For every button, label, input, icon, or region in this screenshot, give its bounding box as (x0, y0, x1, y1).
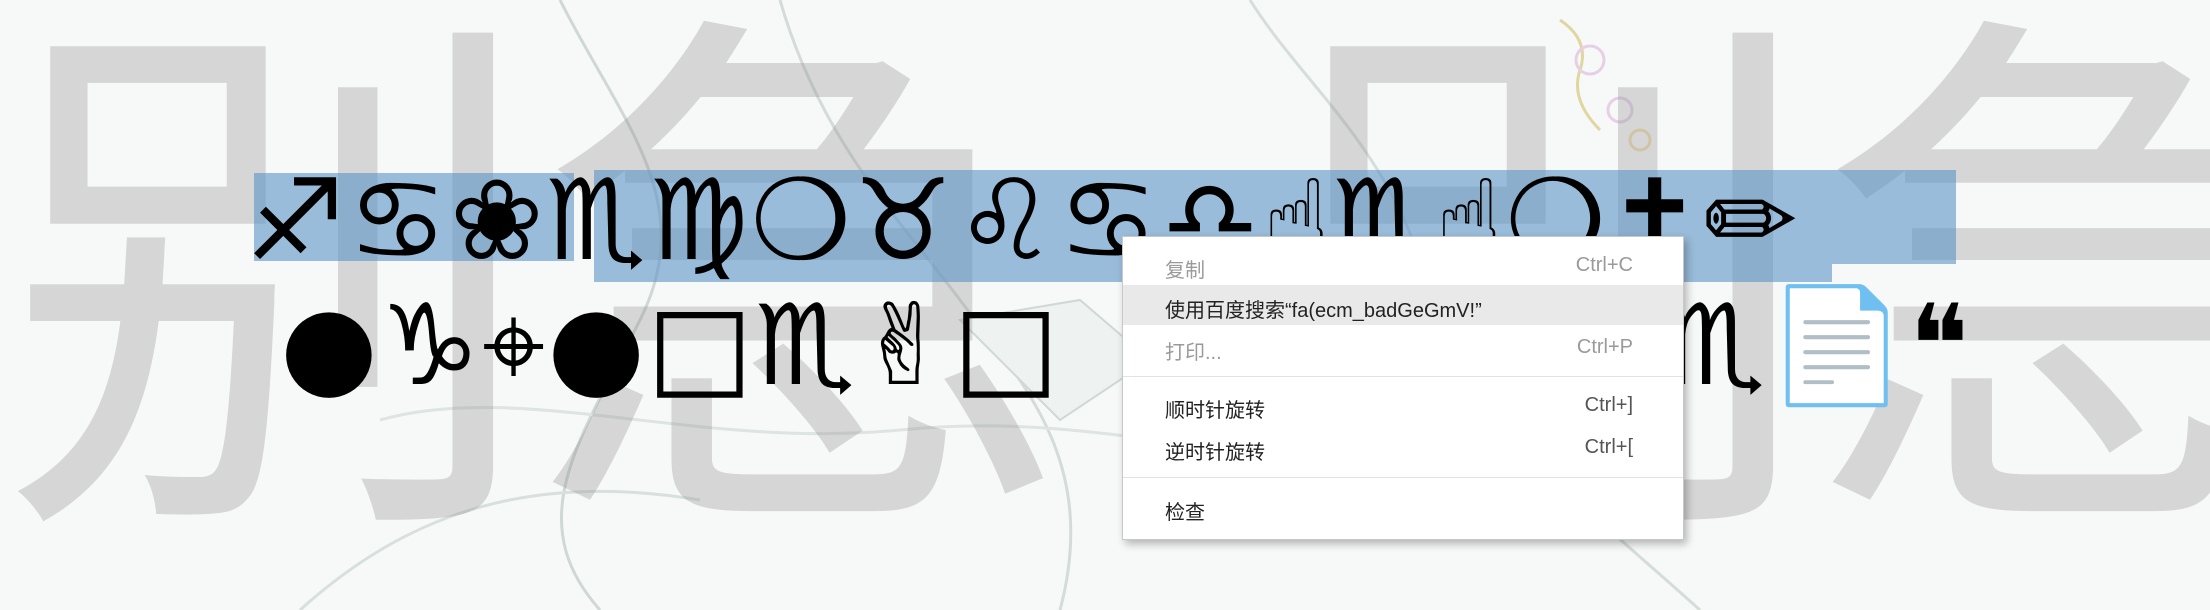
menu-item-rotate-counterclockwise[interactable]: 逆时针旋转 Ctrl+[ (1123, 427, 1683, 467)
menu-item-print-label: 打印... (1165, 342, 1222, 364)
menu-item-rotate-cw-shortcut: Ctrl+] (1584, 394, 1633, 416)
menu-separator (1123, 477, 1683, 478)
wingdings-text-line-2-right[interactable]: ♏📄❝ (1665, 290, 1971, 402)
menu-item-rotate-clockwise[interactable]: 顺时针旋转 Ctrl+] (1123, 385, 1683, 425)
menu-item-baidu-search[interactable]: 使用百度搜索“fa(ecm_badGeGmV!” (1123, 285, 1683, 325)
menu-item-print[interactable]: 打印... Ctrl+P (1123, 327, 1683, 367)
menu-item-rotate-cw-label: 顺时针旋转 (1165, 400, 1265, 422)
selection-highlight-3 (1832, 170, 1956, 264)
wingdings-text-line-2-left[interactable]: ●♑⌖●□♏✌□ (280, 290, 1061, 402)
menu-item-copy[interactable]: 复制 Ctrl+C (1123, 245, 1683, 285)
menu-separator (1123, 376, 1683, 377)
menu-item-search-label: 使用百度搜索“fa(ecm_badGeGmV!” (1165, 300, 1482, 322)
menu-item-rotate-ccw-shortcut: Ctrl+[ (1584, 436, 1633, 458)
menu-item-copy-label: 复制 (1165, 260, 1205, 282)
context-menu: 复制 Ctrl+C 使用百度搜索“fa(ecm_badGeGmV!” 打印...… (1122, 236, 1684, 540)
menu-item-inspect[interactable]: 检查 (1123, 487, 1683, 527)
menu-item-rotate-ccw-label: 逆时针旋转 (1165, 442, 1265, 464)
menu-item-inspect-label: 检查 (1165, 502, 1205, 524)
menu-item-copy-shortcut: Ctrl+C (1575, 254, 1633, 276)
menu-item-print-shortcut: Ctrl+P (1576, 336, 1633, 358)
